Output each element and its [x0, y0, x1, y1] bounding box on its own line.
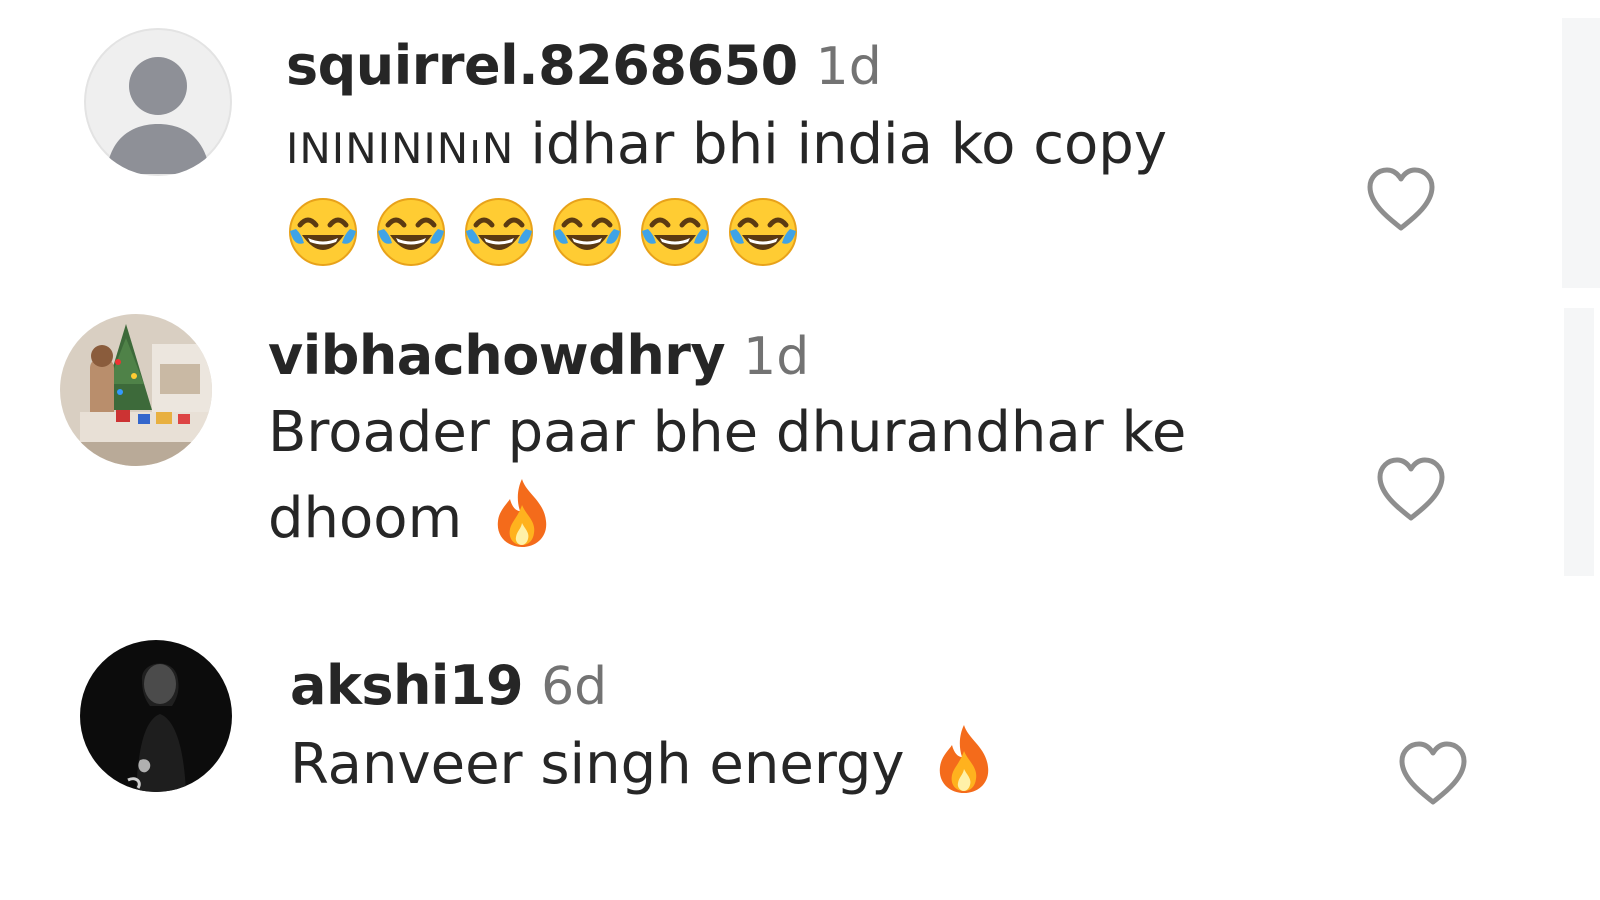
heart-icon — [1399, 741, 1467, 805]
comment-text-line: dhoom — [268, 486, 463, 551]
timestamp[interactable]: 1d — [743, 327, 809, 387]
photo-avatar-christmas-tree — [60, 314, 212, 466]
tears-of-joy-emoji-icon — [729, 198, 797, 266]
comment-text-line-with-emoji: dhoom — [268, 475, 1348, 561]
comment-text-main: idhar bhi india ko copy — [530, 112, 1167, 177]
tears-of-joy-emoji-icon — [377, 198, 445, 266]
username-link[interactable]: squirrel.8268650 — [286, 34, 798, 97]
comment-body: squirrel.8268650 1d ININININıN idhar bhi … — [286, 34, 1346, 269]
username-link[interactable]: vibhachowdhry — [268, 324, 726, 387]
username-link[interactable]: akshi19 — [290, 654, 524, 717]
tears-of-joy-emoji-icon — [641, 198, 709, 266]
comment-header: squirrel.8268650 1d — [286, 34, 1346, 97]
comment-text: Ranveer singh energy — [290, 721, 1350, 807]
avatar[interactable] — [60, 314, 212, 466]
comment-text: Broader paar bhe dhurandhar ke dhoom — [268, 391, 1348, 561]
tears-of-joy-emoji-icon — [465, 198, 533, 266]
comment-text-prefix: ININININıN — [286, 124, 515, 173]
fire-emoji-icon — [497, 479, 547, 547]
default-avatar-icon — [84, 28, 232, 176]
comment-item: vibhachowdhry 1d Broader paar bhe dhuran… — [0, 300, 1600, 590]
like-button[interactable] — [1364, 166, 1438, 232]
comment-item: akshi19 6d Ranveer singh energy — [0, 630, 1600, 880]
comment-item: squirrel.8268650 1d ININININıN idhar bhi … — [0, 0, 1600, 290]
emoji-row — [286, 195, 1346, 269]
comment-body: vibhachowdhry 1d Broader paar bhe dhuran… — [268, 324, 1348, 561]
photo-avatar-dark-portrait — [80, 640, 232, 792]
comment-body: akshi19 6d Ranveer singh energy — [290, 654, 1350, 807]
heart-icon — [1377, 457, 1445, 521]
like-button[interactable] — [1396, 740, 1470, 806]
avatar[interactable] — [84, 28, 232, 176]
comment-text: ININININıN idhar bhi india ko copy — [286, 103, 1346, 191]
tears-of-joy-emoji-icon — [553, 198, 621, 266]
tears-of-joy-emoji-icon — [289, 198, 357, 266]
comment-text-main: Ranveer singh energy — [290, 732, 905, 797]
fire-emoji-icon — [940, 725, 989, 793]
timestamp[interactable]: 1d — [816, 37, 882, 97]
comment-header: vibhachowdhry 1d — [268, 324, 1348, 387]
comment-header: akshi19 6d — [290, 654, 1350, 717]
avatar[interactable] — [80, 640, 232, 792]
heart-icon — [1367, 167, 1435, 231]
timestamp[interactable]: 6d — [541, 657, 607, 717]
like-button[interactable] — [1374, 456, 1448, 522]
comment-text-line: Broader paar bhe dhurandhar ke — [268, 400, 1187, 465]
